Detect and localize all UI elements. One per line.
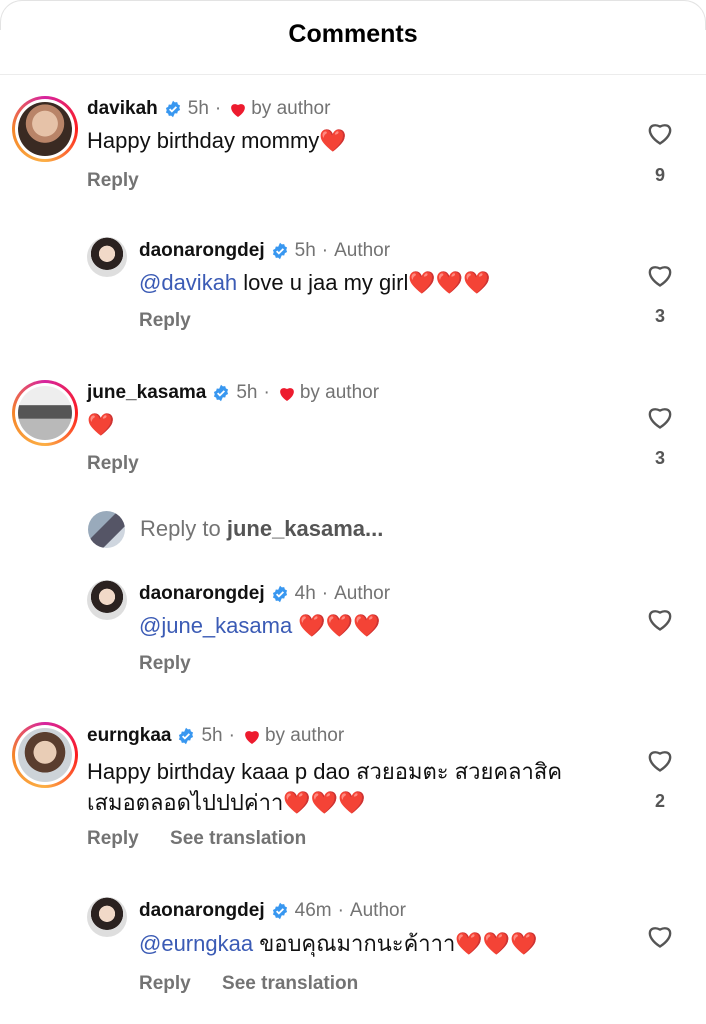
username[interactable]: daonarongdej — [139, 583, 265, 605]
heart-emoji: ❤️❤️❤️ — [283, 790, 366, 815]
see-translation-button[interactable]: See translation — [222, 973, 358, 994]
liked-by-author-label: by author — [264, 725, 345, 746]
reply-button[interactable]: Reply — [87, 170, 139, 191]
like-count: 9 — [654, 165, 665, 185]
heart-outline-icon[interactable] — [646, 404, 674, 430]
heart-outline-icon[interactable] — [646, 120, 674, 146]
mention-link[interactable]: @june_kasama — [139, 613, 292, 638]
username[interactable]: daonarongdej — [139, 240, 265, 262]
mention-link[interactable]: @davikah — [139, 270, 237, 295]
verified-badge-icon — [165, 100, 180, 118]
verified-badge-icon — [179, 727, 194, 745]
username[interactable]: davikah — [87, 98, 158, 120]
timestamp: 5h — [187, 98, 209, 119]
liked-by-author-label: by author — [251, 98, 331, 119]
reply-to-user: june_kasama... — [226, 516, 384, 541]
heart-emoji: ❤️❤️❤️ — [455, 931, 538, 956]
reply-button[interactable]: Reply — [87, 828, 139, 849]
like-count: 3 — [654, 448, 665, 468]
see-translation-button[interactable]: See translation — [170, 828, 306, 849]
timestamp: 4h — [294, 583, 316, 604]
timestamp: 46m — [294, 900, 332, 921]
like-count: 2 — [654, 791, 665, 811]
liked-by-author-label: by author — [299, 382, 380, 403]
verified-badge-icon — [272, 902, 287, 920]
reply-button[interactable]: Reply — [87, 453, 139, 474]
author-label: Author — [349, 900, 406, 921]
username[interactable]: june_kasama — [87, 382, 206, 404]
reply-button[interactable]: Reply — [139, 973, 191, 994]
comment-text-line-1: Happy birthday kaaa p dao สวยอมตะ สวยคลา… — [87, 759, 563, 784]
heart-emoji: ❤️❤️❤️ — [408, 270, 491, 295]
comments-header: Comments — [0, 0, 706, 75]
verified-badge-icon — [214, 384, 229, 402]
comment-text: ขอบคุณมากนะค้าาา — [259, 931, 456, 956]
avatar[interactable] — [12, 96, 78, 162]
author-label: Author — [334, 583, 391, 604]
heart-outline-icon[interactable] — [646, 262, 674, 288]
avatar[interactable] — [87, 237, 127, 277]
author-label: Author — [334, 240, 391, 261]
heart-emoji: ❤️ — [319, 128, 347, 153]
username[interactable]: daonarongdej — [139, 900, 265, 922]
heart-filled-icon — [245, 730, 259, 744]
heart-emoji: ❤️ — [87, 412, 115, 437]
comment-text: Happy birthday mommy — [87, 128, 320, 153]
like-count: 3 — [654, 306, 665, 326]
comment-text: love u jaa my girl — [243, 270, 409, 295]
avatar[interactable] — [12, 380, 78, 446]
verified-badge-icon — [272, 585, 287, 603]
reply-to-input[interactable]: Reply to june_kasama... — [140, 516, 383, 542]
comment-text-line-2: เสมอตลอดไปปปค่าา — [87, 790, 284, 815]
heart-filled-icon — [231, 103, 246, 117]
heart-filled-icon — [279, 387, 294, 401]
mention-link[interactable]: @eurngkaa — [139, 931, 253, 956]
username[interactable]: eurngkaa — [87, 725, 171, 747]
timestamp: 5h — [201, 725, 223, 746]
avatar — [88, 511, 125, 548]
page-title: Comments — [288, 20, 418, 48]
timestamp: 5h — [236, 382, 258, 403]
heart-outline-icon[interactable] — [646, 606, 674, 632]
reply-button[interactable]: Reply — [139, 310, 191, 331]
verified-badge-icon — [272, 242, 287, 260]
heart-outline-icon[interactable] — [646, 923, 674, 949]
reply-button[interactable]: Reply — [139, 653, 191, 674]
avatar[interactable] — [12, 722, 78, 788]
heart-outline-icon[interactable] — [646, 747, 674, 773]
avatar[interactable] — [87, 897, 127, 937]
timestamp: 5h — [294, 240, 316, 261]
heart-emoji: ❤️❤️❤️ — [298, 613, 381, 638]
avatar[interactable] — [87, 580, 127, 620]
